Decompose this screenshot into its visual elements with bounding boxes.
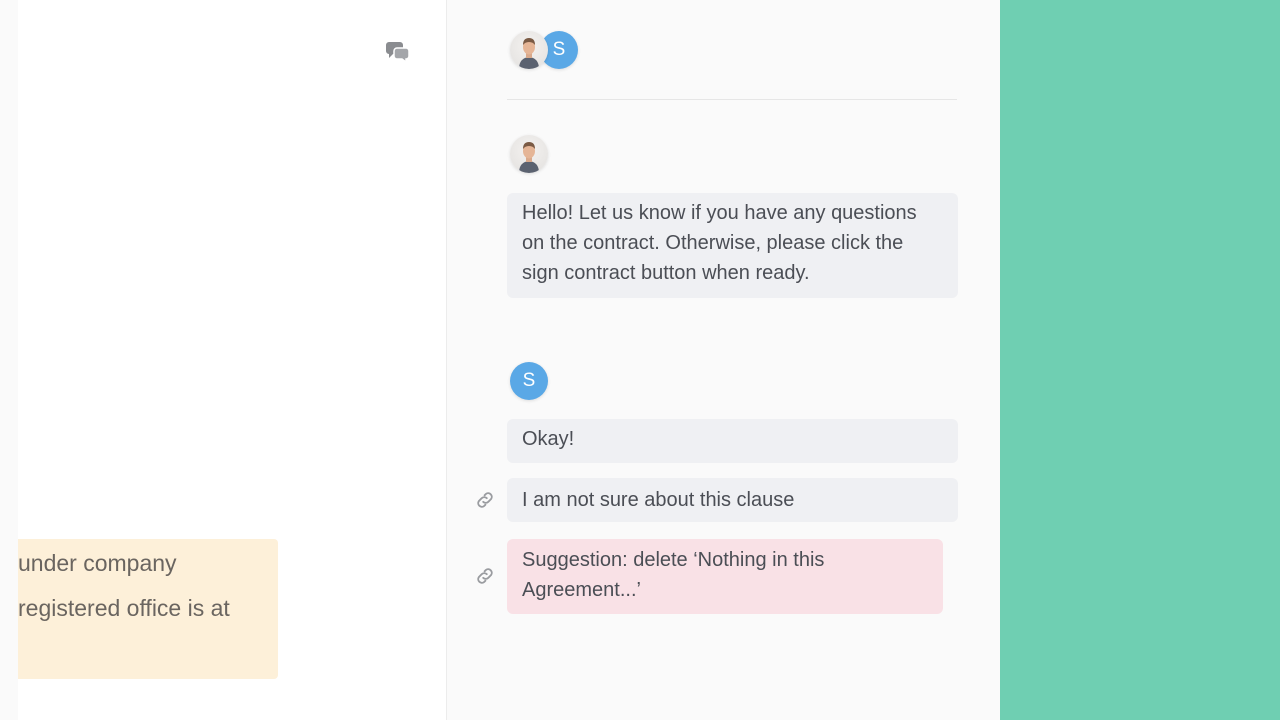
highlight-text-line: registered office is at (18, 595, 230, 621)
message-bubble[interactable]: I am not sure about this clause (507, 478, 958, 522)
highlighted-clause[interactable]: under company registered office is at (18, 539, 278, 679)
message-author-avatar (510, 135, 548, 173)
divider (507, 99, 957, 100)
message-author-avatar: S (510, 362, 548, 400)
message-bubble: Hello! Let us know if you have any quest… (507, 193, 958, 298)
document-pane: under company registered office is at (18, 0, 447, 720)
chat-pane: S Hello! Let us know if you have any que… (447, 0, 1000, 720)
message-bubble: Okay! (507, 419, 958, 463)
link-icon[interactable] (473, 488, 497, 512)
user-photo-avatar (510, 31, 548, 69)
suggestion-bubble[interactable]: Suggestion: delete ‘Nothing in this Agre… (507, 539, 943, 614)
side-panel (1000, 0, 1280, 720)
highlight-text-line: under company (18, 550, 177, 576)
chat-bubbles-icon[interactable] (381, 34, 415, 66)
link-icon[interactable] (473, 564, 497, 588)
